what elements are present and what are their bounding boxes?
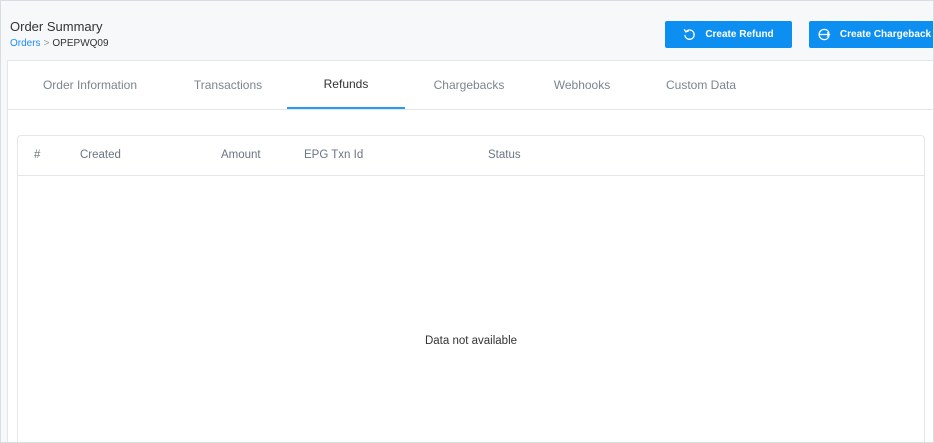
column-header-epg-txn-id: EPG Txn Id	[304, 149, 364, 161]
create-refund-button[interactable]: Create Refund	[665, 21, 792, 48]
breadcrumb: Orders > OPEPWQ09	[10, 38, 109, 50]
order-summary-page: Order Summary Orders > OPEPWQ09 Create Ref…	[0, 0, 934, 443]
tab-custom-data[interactable]: Custom Data	[648, 61, 754, 109]
create-chargeback-label: Create Chargeback	[839, 29, 932, 40]
table-header: # Created Amount EPG Txn Id Status	[18, 136, 924, 176]
tab-webhooks[interactable]: Webhooks	[536, 61, 628, 109]
column-header-amount: Amount	[221, 149, 261, 161]
chargeback-icon	[817, 28, 831, 41]
tab-transactions[interactable]: Transactions	[178, 61, 278, 109]
column-header-number: #	[34, 149, 41, 161]
tab-bar: Order Information Transactions Refunds C…	[7, 60, 933, 110]
refunds-table-card: # Created Amount EPG Txn Id Status Data …	[17, 135, 925, 442]
breadcrumb-current: OPEPWQ09	[52, 38, 109, 49]
column-header-status: Status	[488, 149, 521, 161]
breadcrumb-separator: >	[43, 38, 50, 49]
empty-state-message: Data not available	[424, 335, 518, 347]
undo-icon	[683, 28, 696, 41]
breadcrumb-orders-link[interactable]: Orders	[10, 38, 41, 49]
tab-chargebacks[interactable]: Chargebacks	[414, 61, 524, 109]
page-title: Order Summary	[10, 19, 103, 34]
tab-order-information[interactable]: Order Information	[18, 61, 162, 109]
page-header: Order Summary Orders > OPEPWQ09 Create Ref…	[1, 1, 933, 60]
create-refund-label: Create Refund	[705, 29, 774, 40]
column-header-created: Created	[80, 149, 121, 161]
create-chargeback-button[interactable]: Create Chargeback	[809, 21, 933, 48]
tab-refunds[interactable]: Refunds	[287, 61, 405, 109]
